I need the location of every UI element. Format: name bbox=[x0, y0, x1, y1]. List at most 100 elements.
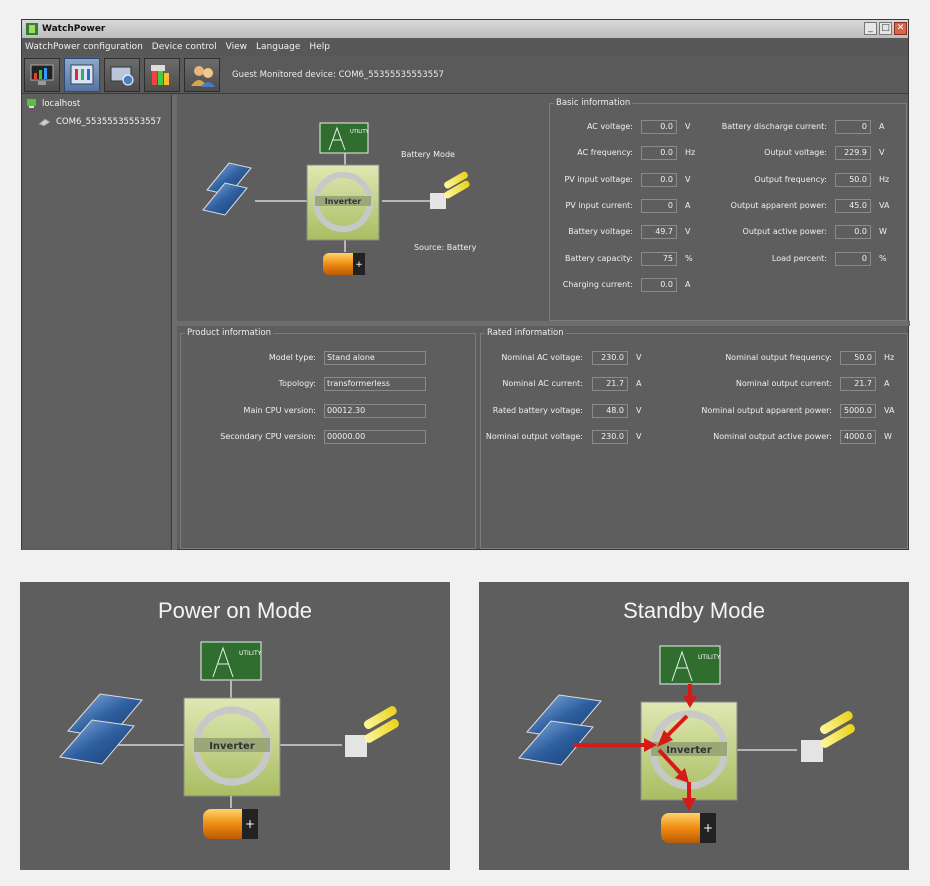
battery-discharge-current-label: Battery discharge current: bbox=[721, 122, 827, 131]
utility-tower-icon: UTILITY bbox=[659, 645, 721, 685]
light-bulb-icon bbox=[801, 711, 855, 762]
solar-panel-icon bbox=[202, 162, 252, 216]
power-on-diagram: UTILITY Inverter + bbox=[59, 641, 399, 839]
nominal-output-active-power-unit: W bbox=[884, 431, 892, 441]
device-settings-icon bbox=[110, 66, 134, 85]
menu-view[interactable]: View bbox=[226, 42, 247, 52]
toolbar: Guest Monitored device: COM6_55355535553… bbox=[22, 56, 908, 94]
rated-information-title: Rated information bbox=[485, 328, 566, 338]
tree-root[interactable]: localhost bbox=[26, 98, 80, 109]
model-type-label: Model type: bbox=[268, 353, 316, 362]
pv-input-voltage-label: PV input voltage: bbox=[564, 174, 633, 184]
nominal-output-voltage-field: 230.0 bbox=[592, 429, 628, 444]
rated-battery-voltage-field: 48.0 bbox=[592, 403, 628, 418]
utility-label: UTILITY bbox=[350, 129, 370, 135]
power-on-mode-panel: Power on Mode UTILITY Inverter + bbox=[20, 582, 450, 870]
utility-label: UTILITY bbox=[698, 654, 721, 661]
device-plug-icon bbox=[38, 118, 51, 127]
user-icon bbox=[191, 65, 215, 87]
nominal-output-frequency-field: 50.0 bbox=[840, 351, 876, 365]
menu-bar: WatchPower configuration Device control … bbox=[22, 38, 908, 56]
basic-information-title: Basic information bbox=[554, 98, 633, 108]
svg-text:+: + bbox=[245, 817, 255, 831]
toolbar-user-button[interactable] bbox=[184, 57, 220, 92]
monitor-chart-icon bbox=[30, 64, 54, 85]
menu-language[interactable]: Language bbox=[256, 42, 300, 52]
nominal-ac-current-field: 21.7 bbox=[592, 377, 628, 392]
nominal-output-frequency-unit: Hz bbox=[884, 353, 895, 362]
solar-panel-icon bbox=[59, 693, 143, 765]
menu-watchpower-configuration[interactable]: WatchPower configuration bbox=[25, 42, 143, 52]
toolbar-data-log-button[interactable] bbox=[144, 57, 180, 92]
standby-mode-panel: Standby Mode UTILITY Inverter + bbox=[479, 582, 909, 870]
nominal-output-current-unit: A bbox=[884, 379, 890, 389]
nominal-output-voltage-label: Nominal output voltage: bbox=[485, 431, 583, 441]
utility-label: UTILITY bbox=[239, 650, 262, 657]
close-icon[interactable]: ✕ bbox=[894, 22, 907, 35]
inverter-label: Inverter bbox=[325, 197, 362, 206]
nominal-ac-current-label: Nominal AC current: bbox=[502, 379, 583, 389]
output-active-power-unit: W bbox=[879, 227, 887, 237]
output-voltage-label: Output voltage: bbox=[764, 148, 827, 158]
main-cpu-version-label: Main CPU version: bbox=[243, 405, 316, 415]
output-frequency-label: Output frequency: bbox=[754, 174, 827, 184]
output-frequency-unit: Hz bbox=[879, 174, 890, 184]
device-tree: localhost COM6_55355535553557 bbox=[22, 95, 172, 550]
nominal-output-apparent-power-unit: VA bbox=[884, 405, 895, 415]
battery-discharge-current-field: 0 bbox=[835, 120, 871, 134]
tree-device-label: COM6_55355535553557 bbox=[56, 116, 162, 127]
output-frequency-field: 50.0 bbox=[835, 172, 871, 187]
output-active-power-label: Output active power: bbox=[742, 227, 827, 237]
menu-device-control[interactable]: Device control bbox=[152, 42, 217, 52]
output-voltage-field: 229.9 bbox=[835, 146, 871, 161]
secondary-cpu-version-label: Secondary CPU version: bbox=[220, 431, 316, 441]
battery-icon: + bbox=[203, 809, 258, 839]
nominal-output-frequency-label: Nominal output frequency: bbox=[725, 353, 832, 362]
toolbar-configuration-button[interactable] bbox=[64, 57, 100, 92]
output-active-power-field: 0.0 bbox=[835, 225, 871, 240]
ac-frequency-label: AC frequency: bbox=[577, 148, 633, 158]
charging-current-unit: A bbox=[685, 279, 691, 289]
load-percent-label: Load percent: bbox=[771, 253, 827, 263]
charging-current-label: Charging current: bbox=[562, 279, 633, 289]
output-apparent-power-unit: VA bbox=[879, 200, 890, 210]
solar-panel-icon bbox=[518, 694, 602, 766]
menu-help[interactable]: Help bbox=[309, 42, 330, 52]
light-bulb-icon bbox=[345, 706, 399, 757]
minimize-icon[interactable]: _ bbox=[864, 22, 877, 35]
svg-text:+: + bbox=[355, 260, 363, 270]
toolbar-monitor-button[interactable] bbox=[24, 57, 60, 92]
battery-voltage-label: Battery voltage: bbox=[568, 227, 633, 237]
tree-device[interactable]: COM6_55355535553557 bbox=[38, 116, 161, 127]
window-title: WatchPower bbox=[42, 24, 106, 34]
nominal-output-current-label: Nominal output current: bbox=[735, 379, 832, 389]
nominal-ac-voltage-field: 230.0 bbox=[592, 351, 628, 365]
utility-tower-icon: UTILITY bbox=[319, 122, 370, 154]
nominal-ac-voltage-label: Nominal AC voltage: bbox=[501, 353, 583, 362]
charging-current-field: 0.0 bbox=[641, 277, 677, 292]
inverter-label: Inverter bbox=[209, 741, 255, 752]
output-voltage-unit: V bbox=[879, 148, 885, 158]
title-bar: WatchPower _ □ ✕ bbox=[22, 20, 908, 38]
topology-label: Topology: bbox=[278, 379, 316, 389]
output-apparent-power-label: Output apparent power: bbox=[730, 200, 827, 210]
utility-tower-icon: UTILITY bbox=[200, 641, 262, 681]
maximize-icon[interactable]: □ bbox=[879, 22, 892, 35]
nominal-output-active-power-label: Nominal output active power: bbox=[713, 431, 832, 441]
svg-text:+: + bbox=[703, 821, 713, 835]
toolbar-device-button[interactable] bbox=[104, 57, 140, 92]
rated-battery-voltage-label: Rated battery voltage: bbox=[492, 405, 583, 415]
battery-capacity-label: Battery capacity: bbox=[564, 253, 633, 263]
tree-root-label: localhost bbox=[42, 98, 81, 109]
nominal-output-apparent-power-field: 5000.0 bbox=[840, 403, 876, 418]
standby-diagram: UTILITY Inverter + bbox=[518, 645, 855, 843]
load-percent-unit: % bbox=[879, 253, 887, 263]
battery-discharge-current-unit: A bbox=[879, 122, 885, 131]
load-percent-field: 0 bbox=[835, 251, 871, 266]
horizontal-splitter[interactable] bbox=[177, 321, 910, 326]
battery-icon: + bbox=[661, 813, 716, 843]
output-apparent-power-field: 45.0 bbox=[835, 198, 871, 213]
battery-icon: + bbox=[323, 253, 365, 275]
status-text: Guest Monitored device: COM6_55355535553… bbox=[232, 69, 444, 80]
inverter-label: Inverter bbox=[666, 745, 712, 756]
